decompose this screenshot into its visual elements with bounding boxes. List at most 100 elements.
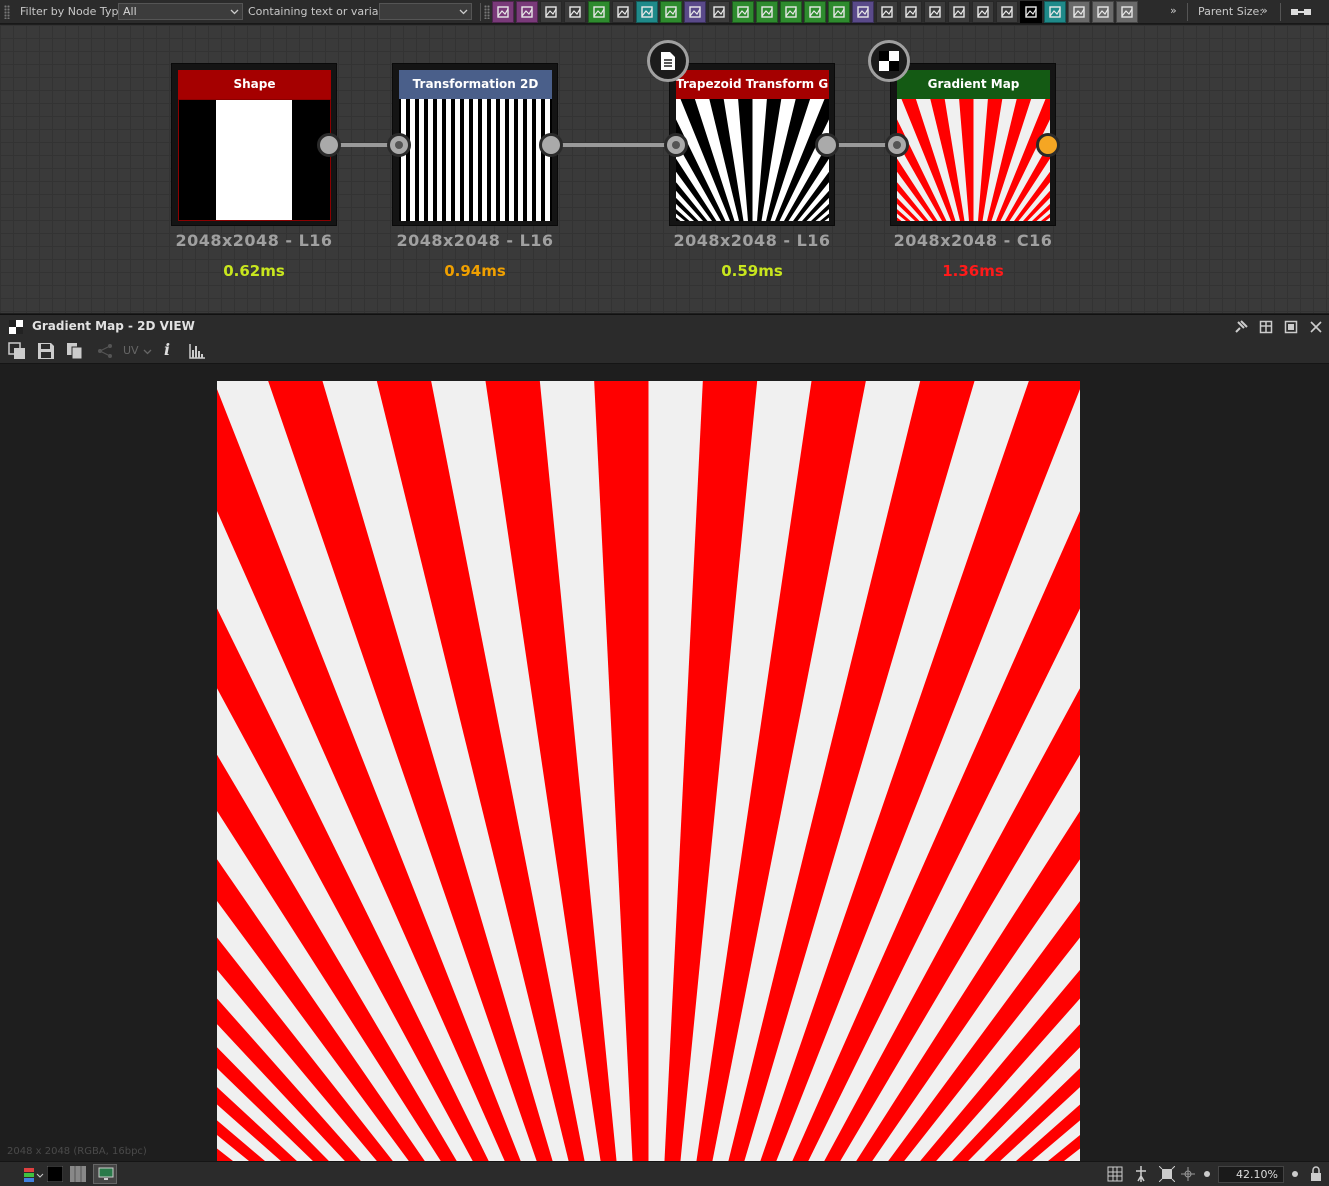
input-port[interactable] <box>885 133 909 157</box>
containing-text-input[interactable] <box>379 3 472 20</box>
toolbar-grip[interactable] <box>4 5 10 19</box>
black-background-icon[interactable] <box>47 1166 63 1182</box>
node-compute-time: 0.62ms <box>223 262 285 280</box>
node-library-icons <box>492 1 1138 23</box>
filter-toolbar: Filter by Node Type All Containing text … <box>0 0 1329 24</box>
copy-icon[interactable] <box>66 342 84 360</box>
hsl-icon[interactable] <box>852 1 874 23</box>
pixel-processor-icon[interactable] <box>1044 1 1066 23</box>
chevron-down-icon <box>459 9 468 15</box>
node-thumbnail <box>399 99 552 221</box>
2d-view-canvas[interactable] <box>0 365 1329 1161</box>
info-icon[interactable]: i <box>164 340 170 359</box>
parent-size-chevron[interactable]: » <box>1261 4 1268 17</box>
levels-icon[interactable] <box>612 1 634 23</box>
node-shape[interactable]: Shape <box>171 63 337 226</box>
zoom-out-icon[interactable] <box>1203 1170 1211 1178</box>
pivot-icon[interactable] <box>1133 1166 1149 1182</box>
node-graph[interactable]: Shape 2048x2048 - L16 0.62ms Transformat… <box>0 25 1329 313</box>
output-port[interactable] <box>815 133 839 157</box>
tile-icon[interactable] <box>708 1 730 23</box>
fx-map-icon[interactable] <box>1020 1 1042 23</box>
split-view-icon[interactable] <box>1259 320 1273 334</box>
toolbar-divider <box>1280 3 1281 21</box>
maximize-icon[interactable] <box>1284 320 1298 334</box>
more-icons-chevron[interactable]: » <box>1170 4 1177 17</box>
bitmap-icon[interactable] <box>492 1 514 23</box>
view-panel-title: Gradient Map - 2D VIEW <box>32 319 195 333</box>
chevron-down-icon <box>230 9 239 15</box>
bucket-icon[interactable] <box>732 1 754 23</box>
toolbar-grip[interactable] <box>484 5 490 19</box>
transform-icon[interactable] <box>636 1 658 23</box>
containing-text-label: Containing text or variable <box>248 5 396 18</box>
zoom-level-field[interactable]: 42.10% <box>1218 1166 1284 1183</box>
input-port[interactable] <box>664 133 688 157</box>
connection-wire <box>562 143 666 147</box>
node-compute-time: 1.36ms <box>942 262 1004 280</box>
pan-icon[interactable] <box>1180 1166 1196 1182</box>
output-port[interactable] <box>539 133 563 157</box>
uniform-color-icon[interactable] <box>540 1 562 23</box>
save-icon[interactable] <box>37 342 55 360</box>
pin-icon[interactable] <box>1234 320 1248 334</box>
histogram-icon[interactable] <box>188 342 206 360</box>
node-resolution: 2048x2048 - C16 <box>893 231 1053 250</box>
node-type-select[interactable]: All <box>118 3 243 20</box>
shuffle-icon[interactable] <box>564 1 586 23</box>
document-badge-icon[interactable] <box>647 40 689 82</box>
output-port[interactable] <box>317 133 341 157</box>
checker-badge-icon[interactable] <box>868 40 910 82</box>
filter-node-type-label: Filter by Node Type <box>20 5 126 18</box>
channels-icon[interactable] <box>22 1166 44 1184</box>
gradient-icon[interactable] <box>660 1 682 23</box>
output-icon[interactable] <box>1092 1 1114 23</box>
input-icon[interactable] <box>1068 1 1090 23</box>
noise-icon[interactable] <box>876 1 898 23</box>
lock-icon[interactable] <box>1310 1166 1322 1182</box>
toolbar-divider <box>1187 3 1188 21</box>
invert-icon[interactable] <box>804 1 826 23</box>
connection-wire <box>340 143 390 147</box>
zoom-in-icon[interactable] <box>1291 1170 1299 1178</box>
fill-icon[interactable] <box>996 1 1018 23</box>
text-shape-icon[interactable] <box>900 1 922 23</box>
node-type-value: All <box>123 5 137 18</box>
node-trapezoid-transform[interactable]: Trapezoid Transform G... <box>669 63 835 226</box>
node-gradient-map[interactable]: Gradient Map <box>890 63 1056 226</box>
node-title: Trapezoid Transform G... <box>676 70 829 99</box>
output-port-selected[interactable] <box>1036 133 1060 157</box>
warp-icon[interactable] <box>756 1 778 23</box>
blur-icon[interactable] <box>684 1 706 23</box>
node-thumbnail <box>178 99 331 221</box>
display-mode-button[interactable] <box>93 1164 117 1184</box>
image-info-label: 2048 x 2048 (RGBA, 16bpc) <box>7 1146 147 1157</box>
tile-view-icon[interactable] <box>70 1166 86 1182</box>
text-icon[interactable] <box>948 1 970 23</box>
connection-wire <box>838 143 888 147</box>
checker-icon <box>9 320 23 334</box>
normal-icon[interactable] <box>924 1 946 23</box>
node-transformation-2d[interactable]: Transformation 2D <box>392 63 558 226</box>
graph-icon[interactable] <box>1116 1 1138 23</box>
uv-dropdown[interactable]: UV <box>123 344 139 357</box>
input-port[interactable] <box>387 133 411 157</box>
node-compute-time: 0.59ms <box>721 262 783 280</box>
background-icon[interactable] <box>8 342 26 360</box>
link-icon[interactable] <box>1290 5 1312 19</box>
node-title: Transformation 2D <box>399 70 552 99</box>
histogram-icon[interactable] <box>828 1 850 23</box>
parent-size-label: Parent Size: <box>1198 5 1263 18</box>
curve-icon[interactable] <box>588 1 610 23</box>
node-thumbnail <box>676 99 829 221</box>
chevron-down-icon[interactable] <box>143 347 152 356</box>
close-icon[interactable] <box>1309 320 1323 334</box>
share-icon[interactable] <box>96 342 114 360</box>
node-resolution: 2048x2048 - L16 <box>396 231 554 250</box>
svg-icon[interactable] <box>516 1 538 23</box>
fit-view-icon[interactable] <box>1159 1166 1175 1182</box>
rendered-texture <box>217 381 1080 1161</box>
blend-icon[interactable] <box>780 1 802 23</box>
frame-icon[interactable] <box>972 1 994 23</box>
grid-icon[interactable] <box>1107 1166 1123 1182</box>
